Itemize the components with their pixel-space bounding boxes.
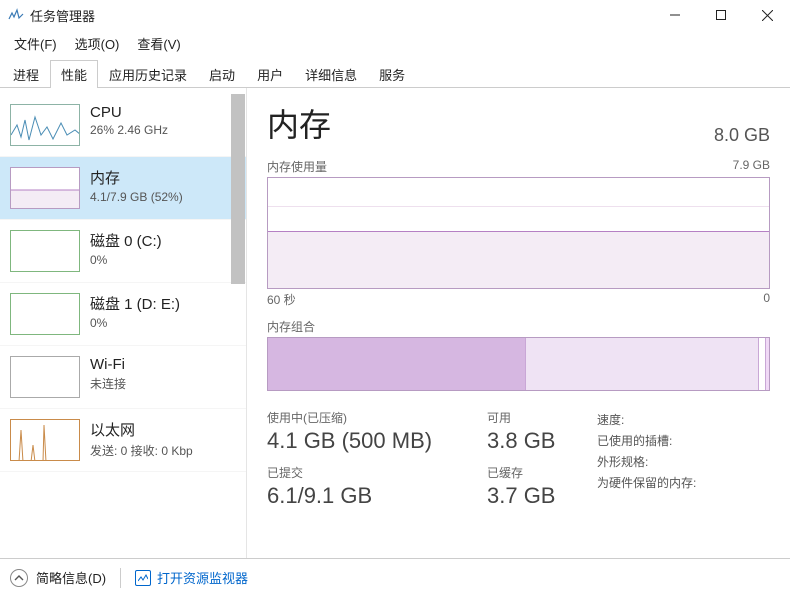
- sidebar-item-disk1[interactable]: 磁盘 1 (D: E:) 0%: [0, 283, 246, 346]
- maximize-button[interactable]: [698, 0, 744, 30]
- divider: [120, 568, 121, 588]
- tab-app-history[interactable]: 应用历史记录: [98, 60, 198, 88]
- sidebar-item-cpu[interactable]: CPU 26% 2.46 GHz: [0, 94, 246, 157]
- stat-label: 使用中(已压缩): [267, 409, 487, 426]
- sidebar-item-label: Wi-Fi: [90, 356, 126, 373]
- disk-thumbnail: [10, 230, 80, 272]
- menu-bar: 文件(F) 选项(O) 查看(V): [0, 30, 790, 59]
- window-controls: [652, 0, 790, 30]
- resource-monitor-icon: [135, 570, 151, 586]
- stat-label: 为硬件保留的内存:: [597, 474, 696, 491]
- tab-startup[interactable]: 启动: [198, 60, 246, 88]
- cpu-thumbnail: [10, 104, 80, 146]
- sidebar-item-wifi[interactable]: Wi-Fi 未连接: [0, 346, 246, 409]
- stat-value: 6.1/9.1 GB: [267, 483, 487, 509]
- sidebar: CPU 26% 2.46 GHz 内存 4.1/7.9 GB (52%) 磁盘 0 …: [0, 88, 247, 558]
- graph-header: 内存使用量: [267, 158, 327, 175]
- sidebar-item-sub: 发送: 0 接收: 0 Kbp: [90, 442, 193, 459]
- collapse-button[interactable]: [10, 569, 28, 587]
- disk-thumbnail: [10, 293, 80, 335]
- sidebar-item-label: 磁盘 0 (C:): [90, 230, 162, 251]
- wifi-thumbnail: [10, 356, 80, 398]
- close-button[interactable]: [744, 0, 790, 30]
- capacity-label: 8.0 GB: [714, 125, 770, 146]
- sidebar-item-disk0[interactable]: 磁盘 0 (C:) 0%: [0, 220, 246, 283]
- sidebar-item-sub: 4.1/7.9 GB (52%): [90, 190, 183, 204]
- sidebar-item-sub: 26% 2.46 GHz: [90, 123, 168, 137]
- ethernet-thumbnail: [10, 419, 80, 461]
- stat-label: 已缓存: [487, 464, 597, 481]
- sidebar-item-label: 以太网: [90, 419, 193, 440]
- tab-strip: 进程 性能 应用历史记录 启动 用户 详细信息 服务: [0, 59, 790, 88]
- tab-users[interactable]: 用户: [246, 60, 294, 88]
- minimize-button[interactable]: [652, 0, 698, 30]
- graph-x-right: 0: [763, 291, 770, 308]
- menu-file[interactable]: 文件(F): [6, 32, 65, 55]
- app-icon: [8, 7, 24, 23]
- stat-value: 4.1 GB (500 MB): [267, 428, 487, 454]
- tab-services[interactable]: 服务: [368, 60, 416, 88]
- sidebar-item-memory[interactable]: 内存 4.1/7.9 GB (52%): [0, 157, 246, 220]
- memory-thumbnail: [10, 167, 80, 209]
- tab-processes[interactable]: 进程: [2, 60, 50, 88]
- menu-view[interactable]: 查看(V): [129, 32, 188, 55]
- memory-usage-graph[interactable]: [267, 177, 770, 289]
- window-title: 任务管理器: [30, 6, 652, 25]
- graph-x-left: 60 秒: [267, 291, 296, 308]
- sidebar-item-label: CPU: [90, 104, 168, 121]
- link-text: 打开资源监视器: [157, 568, 248, 587]
- stat-label: 已使用的插槽:: [597, 432, 672, 449]
- tab-performance[interactable]: 性能: [50, 60, 98, 88]
- stat-label: 速度:: [597, 411, 624, 428]
- page-title: 内存: [267, 100, 331, 146]
- sidebar-item-label: 内存: [90, 167, 183, 188]
- stat-label: 外形规格:: [597, 453, 648, 470]
- open-resource-monitor-link[interactable]: 打开资源监视器: [135, 568, 248, 587]
- memory-composition-bar[interactable]: [267, 337, 770, 391]
- brief-info-button[interactable]: 简略信息(D): [36, 568, 106, 587]
- tab-details[interactable]: 详细信息: [294, 60, 368, 88]
- sidebar-item-sub: 未连接: [90, 375, 126, 392]
- sidebar-scrollbar[interactable]: [230, 88, 246, 558]
- chevron-up-icon: [14, 573, 24, 583]
- stat-label: 可用: [487, 409, 597, 426]
- footer-bar: 简略信息(D) 打开资源监视器: [0, 558, 790, 596]
- stat-value: 3.7 GB: [487, 483, 597, 509]
- content-area: CPU 26% 2.46 GHz 内存 4.1/7.9 GB (52%) 磁盘 0 …: [0, 88, 790, 558]
- sidebar-item-label: 磁盘 1 (D: E:): [90, 293, 180, 314]
- sidebar-item-sub: 0%: [90, 253, 162, 267]
- graph-max: 7.9 GB: [733, 158, 770, 175]
- title-bar: 任务管理器: [0, 0, 790, 30]
- sidebar-item-ethernet[interactable]: 以太网发送: 0 接收: 0 Kbp: [0, 409, 246, 472]
- sidebar-item-sub: 0%: [90, 316, 180, 330]
- stats-grid: 使用中(已压缩) 4.1 GB (500 MB) 已提交 6.1/9.1 GB …: [267, 409, 770, 509]
- composition-header: 内存组合: [267, 318, 770, 335]
- menu-options[interactable]: 选项(O): [67, 32, 128, 55]
- stat-label: 已提交: [267, 464, 487, 481]
- main-panel: 内存 8.0 GB 内存使用量 7.9 GB 60 秒 0 内存组合 使用中(已…: [247, 88, 790, 558]
- stat-value: 3.8 GB: [487, 428, 597, 454]
